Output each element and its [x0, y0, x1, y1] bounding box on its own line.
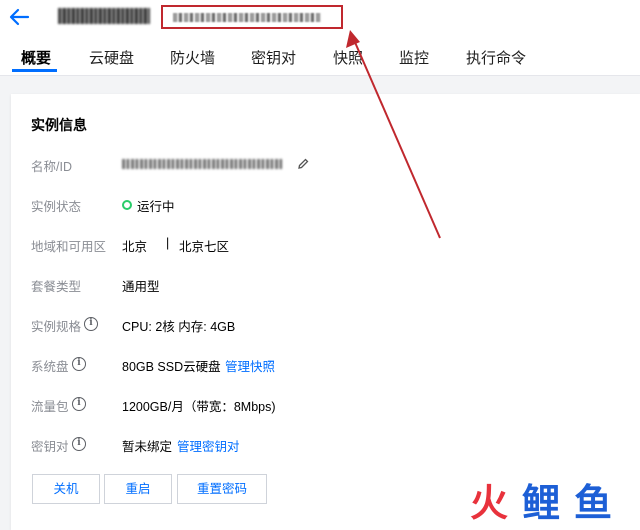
annotation-highlight-box — [161, 5, 343, 29]
watermark-char-fire: 火 — [470, 481, 509, 525]
status-running-icon — [122, 200, 132, 210]
manage-keypair-link[interactable]: 管理密钥对 — [177, 436, 240, 455]
region-separator: | — [166, 236, 170, 250]
reset-password-button[interactable]: 重置密码 — [177, 474, 267, 504]
row-traffic: 流量包 i 1200GB/月（带宽：8Mbps) — [31, 396, 631, 416]
top-bar — [0, 0, 640, 36]
tab-bar: 概要 云硬盘 防火墙 密钥对 快照 监控 执行命令 — [0, 36, 640, 76]
tab-monitoring[interactable]: 监控 — [399, 47, 429, 68]
info-icon[interactable]: i — [72, 357, 86, 371]
card-title: 实例信息 — [31, 117, 87, 133]
watermark-logo: 火 鲤 鱼 — [470, 480, 630, 526]
traffic-value: 1200GB/月（带宽：8Mbps) — [122, 400, 276, 414]
system-disk-label: 系统盘 — [31, 360, 69, 374]
instance-info-card: 实例信息 名称/ID 实例状态 运行中 地域和可用区 北京 | 北京七区 套餐类… — [11, 94, 640, 530]
info-icon[interactable]: i — [72, 397, 86, 411]
row-region: 地域和可用区 北京 | 北京七区 — [31, 236, 631, 256]
keypair-value: 暂未绑定 — [122, 440, 173, 454]
tab-firewall[interactable]: 防火墙 — [170, 47, 215, 68]
tab-run-command[interactable]: 执行命令 — [466, 47, 526, 68]
tab-overview[interactable]: 概要 — [21, 47, 51, 68]
row-name-id: 名称/ID — [31, 156, 631, 176]
row-package: 套餐类型 通用型 — [31, 276, 631, 296]
tab-snapshot[interactable]: 快照 — [333, 47, 363, 68]
status-label: 实例状态 — [31, 200, 82, 214]
region-value: 北京 — [122, 240, 148, 254]
status-value: 运行中 — [137, 200, 175, 214]
row-system-disk: 系统盘 i 80GB SSD云硬盘 管理快照 — [31, 356, 631, 376]
instance-ip-redacted — [173, 13, 321, 22]
spec-value: CPU: 2核 内存: 4GB — [122, 320, 236, 334]
region-label: 地域和可用区 — [31, 240, 107, 254]
system-disk-value: 80GB SSD云硬盘 — [122, 360, 221, 374]
name-id-label: 名称/ID — [31, 160, 72, 174]
row-status: 实例状态 运行中 — [31, 196, 631, 216]
instance-name-redacted — [58, 8, 150, 24]
manage-snapshot-link[interactable]: 管理快照 — [225, 356, 275, 375]
info-icon[interactable]: i — [72, 437, 86, 451]
active-tab-indicator — [12, 69, 57, 72]
instance-id-redacted — [122, 159, 282, 169]
package-value: 通用型 — [122, 280, 160, 294]
row-spec: 实例规格 i CPU: 2核 内存: 4GB — [31, 316, 631, 336]
zone-value: 北京七区 — [179, 240, 230, 254]
row-keypair: 密钥对 i 暂未绑定 管理密钥对 — [31, 436, 631, 456]
info-icon[interactable]: i — [84, 317, 98, 331]
watermark-char-carp: 鲤 — [522, 481, 561, 525]
package-label: 套餐类型 — [31, 280, 82, 294]
pencil-icon[interactable] — [297, 158, 309, 170]
keypair-label: 密钥对 — [31, 440, 69, 454]
traffic-label: 流量包 — [31, 400, 69, 414]
watermark-char-fish: 鱼 — [574, 481, 613, 525]
tab-cloud-disk[interactable]: 云硬盘 — [89, 47, 134, 68]
spec-label: 实例规格 — [31, 320, 82, 334]
restart-button[interactable]: 重启 — [104, 474, 172, 504]
tab-keypair[interactable]: 密钥对 — [251, 47, 296, 68]
shutdown-button[interactable]: 关机 — [32, 474, 100, 504]
arrow-left-icon[interactable] — [8, 7, 30, 27]
